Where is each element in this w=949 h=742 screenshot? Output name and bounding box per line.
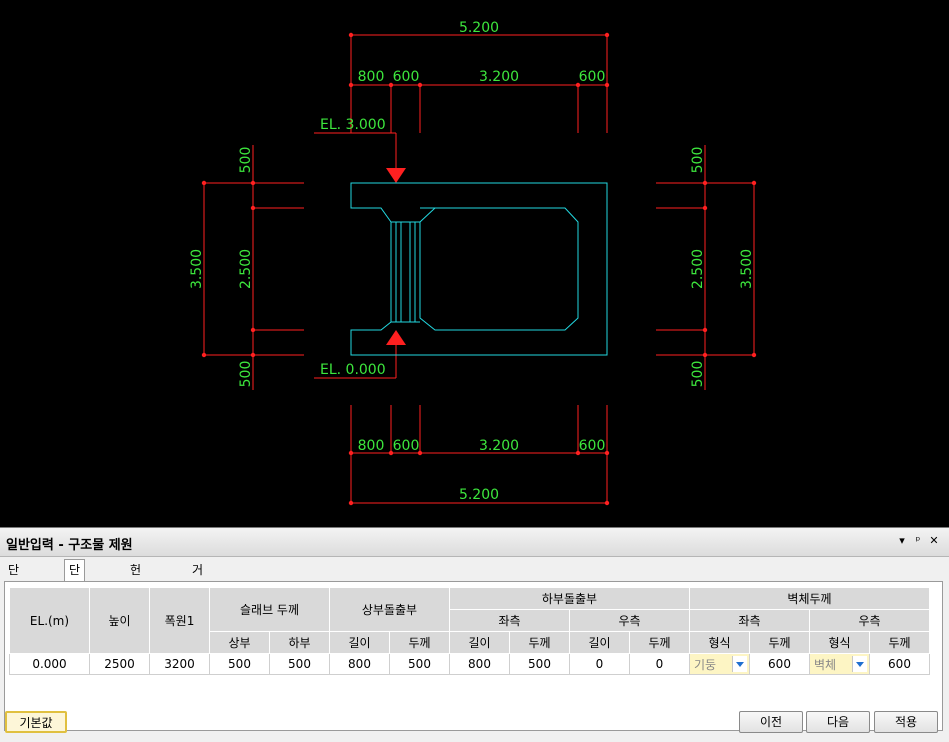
cad-drawing-canvas[interactable]: 5.200 800 600 3.200 600 800 600 3.200 60…: [0, 0, 949, 527]
dim-right-part: 2.500: [690, 249, 706, 289]
header-lower-right: 우측: [569, 609, 690, 632]
cell-lower-left-length[interactable]: 800: [449, 653, 510, 675]
header-wall-right-type: 형식: [809, 631, 870, 654]
dim-right-part: 500: [690, 147, 706, 174]
dimensions-table: EL.(m) 높이 폭원1 슬래브 두께 상부돌출부 하부돌출부 벽체두께 좌측…: [9, 587, 930, 675]
pin-icon[interactable]: ᵖ: [911, 533, 925, 549]
elevation-bottom-label: EL. 0.000: [320, 362, 386, 378]
header-wall-thickness: 벽체두께: [689, 587, 930, 610]
dim-top-part: 3.200: [479, 69, 519, 85]
dim-top-part: 800: [358, 69, 385, 85]
cell-lower-right-length[interactable]: 0: [569, 653, 630, 675]
chevron-down-icon[interactable]: [732, 656, 747, 672]
wall-right-type-value: 벽체: [814, 658, 837, 672]
wall-left-type-select[interactable]: 기둥: [689, 653, 750, 675]
dim-right-part: 500: [690, 361, 706, 388]
header-wall-left: 좌측: [689, 609, 810, 632]
panel-title: 일반입력 - 구조물 제원: [6, 538, 133, 553]
cell-wall-right-thickness[interactable]: 600: [869, 653, 930, 675]
header-upper-length: 길이: [329, 631, 390, 654]
header-lower-left-thickness: 두께: [509, 631, 570, 654]
header-lower-left-length: 길이: [449, 631, 510, 654]
default-values-button[interactable]: 기본값: [5, 711, 67, 733]
tab-haunch-dimensions[interactable]: 헌치제원: [126, 560, 145, 637]
structure-input-panel: 일반입력 - 구조물 제원 ▾ ᵖ ✕ 단면구성 단면제원 헌치제원 거더제원 …: [0, 527, 949, 742]
elevation-top-label: EL. 3.000: [320, 117, 386, 133]
table-row: 0.000 2500 3200 500 500 800 500 800 500 …: [9, 653, 930, 675]
cell-el[interactable]: 0.000: [9, 653, 90, 675]
data-grid: EL.(m) 높이 폭원1 슬래브 두께 상부돌출부 하부돌출부 벽체두께 좌측…: [4, 581, 943, 731]
panel-header: 일반입력 - 구조물 제원 ▾ ᵖ ✕: [0, 528, 949, 557]
cell-upper-length[interactable]: 800: [329, 653, 390, 675]
wall-right-type-select[interactable]: 벽체: [809, 653, 870, 675]
header-lower-right-length: 길이: [569, 631, 630, 654]
header-upper-projection: 상부돌출부: [329, 587, 450, 632]
structure-outline: [350, 182, 608, 356]
cell-slab-top[interactable]: 500: [209, 653, 270, 675]
header-upper-thickness: 두께: [389, 631, 450, 654]
header-wall-left-type: 형식: [689, 631, 750, 654]
dim-top-total: 5.200: [459, 20, 499, 36]
cell-wall-left-thickness[interactable]: 600: [749, 653, 810, 675]
header-slab-top: 상부: [209, 631, 270, 654]
header-lower-right-thickness: 두께: [629, 631, 690, 654]
section-drawing: 5.200 800 600 3.200 600 800 600 3.200 60…: [189, 20, 757, 506]
dim-bottom-part: 800: [358, 438, 385, 454]
header-slab-thickness: 슬래브 두께: [209, 587, 330, 632]
cell-lower-left-thickness[interactable]: 500: [509, 653, 570, 675]
dim-left-part: 500: [238, 361, 254, 388]
header-height: 높이: [89, 587, 150, 654]
cell-upper-thickness[interactable]: 500: [389, 653, 450, 675]
wall-left-type-value: 기둥: [694, 658, 717, 672]
next-button[interactable]: 다음: [806, 711, 870, 733]
tab-girder-dimensions[interactable]: 거더제원: [188, 560, 207, 637]
cell-lower-right-thickness[interactable]: 0: [629, 653, 690, 675]
header-width1: 폭원1: [149, 587, 210, 654]
dim-bottom-part: 600: [579, 438, 606, 454]
header-el: EL.(m): [9, 587, 90, 654]
tab-section-config[interactable]: 단면구성: [4, 560, 23, 637]
close-icon[interactable]: ✕: [927, 533, 941, 549]
tab-section-dimensions[interactable]: 단면제원: [64, 559, 86, 637]
header-wall-right-thickness: 두께: [869, 631, 930, 654]
header-wall-left-thickness: 두께: [749, 631, 810, 654]
prev-button[interactable]: 이전: [739, 711, 803, 733]
dim-bottom-total: 5.200: [459, 487, 499, 503]
dim-left-part: 2.500: [238, 249, 254, 289]
dim-top-part: 600: [579, 69, 606, 85]
dim-top-part: 600: [393, 69, 420, 85]
cell-slab-bottom[interactable]: 500: [269, 653, 330, 675]
dropdown-icon[interactable]: ▾: [895, 533, 909, 549]
apply-button[interactable]: 적용: [874, 711, 938, 733]
dim-right-outer: 3.500: [739, 249, 755, 289]
header-lower-left: 좌측: [449, 609, 570, 632]
cell-width1[interactable]: 3200: [149, 653, 210, 675]
dim-bottom-part: 600: [393, 438, 420, 454]
cell-height[interactable]: 2500: [89, 653, 150, 675]
header-wall-right: 우측: [809, 609, 930, 632]
header-lower-projection: 하부돌출부: [449, 587, 690, 610]
chevron-down-icon[interactable]: [852, 656, 867, 672]
dim-left-outer: 3.500: [189, 249, 205, 289]
dim-left-part: 500: [238, 147, 254, 174]
dim-bottom-part: 3.200: [479, 438, 519, 454]
header-slab-bottom: 하부: [269, 631, 330, 654]
